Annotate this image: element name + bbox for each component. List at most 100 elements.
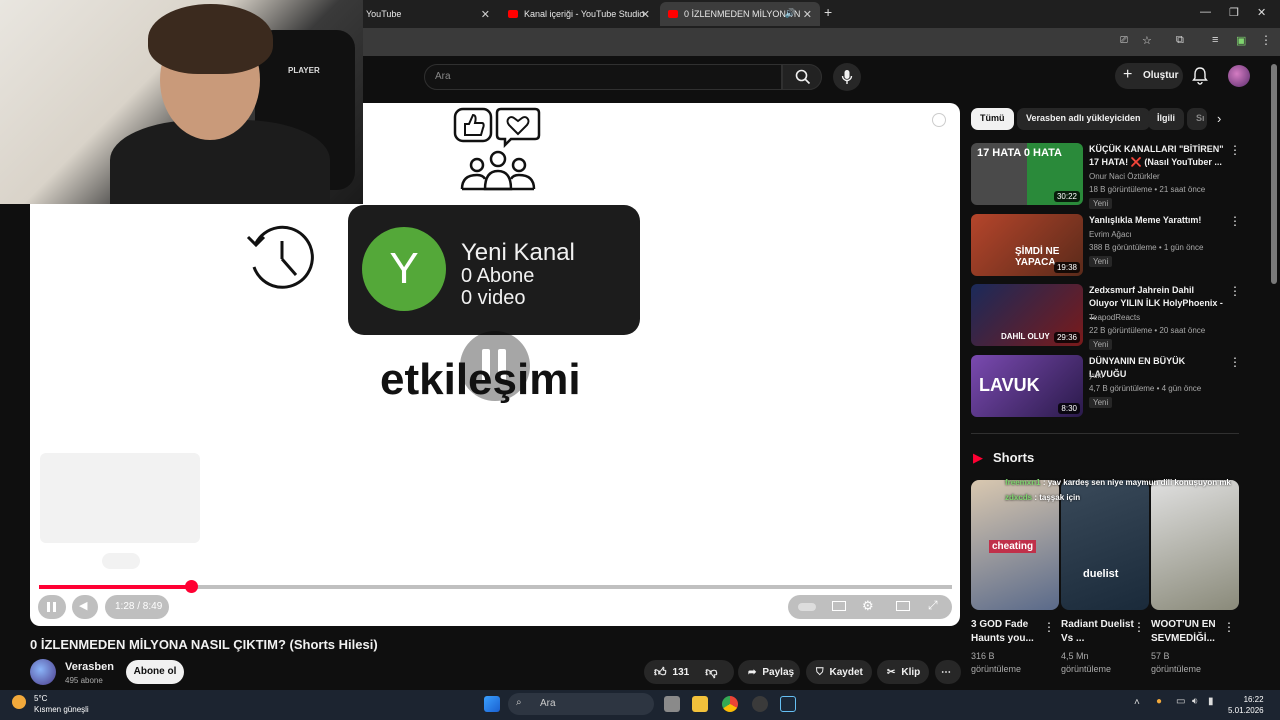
dislike-icon[interactable]: 👎︎ <box>705 665 717 680</box>
chevron-up-icon[interactable]: ˄ <box>1134 697 1140 708</box>
channel-avatar[interactable] <box>30 659 56 685</box>
tab-label: YouTube <box>366 9 402 19</box>
recommendation-item[interactable]: DAHİL OLUY 29:36 Zedxsmurf Jahrein Dahil… <box>971 284 1251 350</box>
user-avatar[interactable] <box>1228 65 1250 87</box>
extensions-icon[interactable]: ⧉ <box>1176 34 1184 47</box>
microphone-icon[interactable]: ● <box>1156 696 1162 707</box>
video-title: 0 İZLENMEDEN MİLYONA NASIL ÇIKTIM? (Shor… <box>30 637 378 652</box>
recommendation-channel[interactable]: Evrim Ağacı <box>1089 230 1132 239</box>
short-title[interactable]: WOOT'UN EN SEVMEDİĞİ... <box>1151 618 1227 646</box>
play-pause-button[interactable] <box>38 595 66 619</box>
search-button[interactable] <box>782 64 822 90</box>
more-options-icon[interactable]: ⋮ <box>1229 143 1241 157</box>
search-input[interactable]: Ara <box>424 64 782 90</box>
tab-youtube[interactable]: YouTube ✕ <box>358 2 498 26</box>
chip-from-uploader[interactable]: Verasben adlı yükleyiciden <box>1017 108 1150 130</box>
short-views: 57 B görüntüleme <box>1151 651 1202 674</box>
recommendation-title[interactable]: KÜÇÜK KANALLARI "BİTİREN" 17 HATA! ❌ (Na… <box>1089 143 1224 169</box>
recommendation-item[interactable]: LAVUK 8:30 DÜNYANIN EN BÜYÜK LAVUĞU yuki… <box>971 355 1251 419</box>
tab-current-video[interactable]: 0 İZLENMEDEN MİLYONA N 🔊 ✕ <box>660 2 820 26</box>
file-explorer-icon[interactable] <box>692 696 708 712</box>
settings-gear-icon[interactable]: ⚙ <box>862 598 874 614</box>
browser-menu-icon[interactable]: ⋮ <box>1260 33 1272 47</box>
more-options-icon[interactable]: ⋮ <box>1229 355 1241 369</box>
chevron-right-icon[interactable]: › <box>1217 111 1221 126</box>
restore-icon[interactable]: ❐ <box>1229 6 1239 19</box>
create-label: Oluştur <box>1143 70 1179 81</box>
recommendation-item[interactable]: ŞİMDİ NE YAPACA 19:38 Yanlışlıkla Meme Y… <box>971 214 1251 278</box>
channel-name[interactable]: Verasben <box>65 661 114 673</box>
like-count[interactable]: 131 <box>673 667 690 678</box>
speaker-icon[interactable]: 🔊 <box>785 8 796 19</box>
obs-icon[interactable] <box>752 696 768 712</box>
subtitles-icon[interactable] <box>832 601 846 611</box>
volume-icon[interactable]: 🔉︎ <box>1192 696 1198 707</box>
chrome-icon[interactable] <box>722 696 738 712</box>
recommendation-channel[interactable]: TeapodReacts <box>1089 313 1140 322</box>
profile-icon[interactable]: ▣ <box>1236 34 1246 47</box>
video-thumbnail[interactable]: ŞİMDİ NE YAPACA 19:38 <box>971 214 1083 276</box>
new-tab-icon[interactable]: + <box>824 4 832 20</box>
steam-icon[interactable] <box>780 696 796 712</box>
voice-search-button[interactable] <box>833 63 861 91</box>
weather-widget[interactable]: 5°C Kısmen güneşli <box>12 693 89 715</box>
volume-button[interactable]: ◀ <box>72 595 98 619</box>
video-thumbnail[interactable]: LAVUK 8:30 <box>971 355 1083 417</box>
autoplay-toggle[interactable] <box>798 603 816 611</box>
short-item[interactable] <box>1151 480 1239 610</box>
more-options-icon[interactable]: ⋮ <box>1229 214 1241 228</box>
network-icon[interactable]: ▭ <box>1176 696 1185 707</box>
battery-icon[interactable]: ▮ <box>1208 696 1214 707</box>
progress-scrubber[interactable] <box>185 580 199 593</box>
chat-message: zdxcds : taşşak için <box>1005 493 1080 502</box>
short-title[interactable]: 3 GOD Fade Haunts you... <box>971 618 1047 646</box>
fullscreen-icon[interactable]: ⤢ <box>928 598 938 613</box>
video-thumbnail[interactable]: DAHİL OLUY 29:36 <box>971 284 1083 346</box>
subscribe-button[interactable]: Abone ol <box>126 660 184 684</box>
recommendation-channel[interactable]: Onur Naci Öztürkler <box>1089 172 1160 181</box>
bookmark-star-icon[interactable]: ☆ <box>1142 34 1152 47</box>
microphone-icon <box>841 70 853 84</box>
close-tab-icon[interactable]: ✕ <box>803 8 812 21</box>
recommendation-item[interactable]: 17 HATA 0 HATA 30:22 KÜÇÜK KANALLARI "Bİ… <box>971 143 1251 209</box>
recommendation-meta: 22 B görüntüleme • 20 saat önce <box>1089 326 1206 335</box>
share-button[interactable]: ➦ Paylaş <box>738 660 800 684</box>
minimize-icon[interactable]: — <box>1200 6 1211 18</box>
tab-youtube-studio[interactable]: Kanal içeriği - YouTube Studio ✕ <box>500 2 658 26</box>
recommendation-title[interactable]: DÜNYANIN EN BÜYÜK LAVUĞU <box>1089 355 1224 381</box>
page-scrollbar[interactable] <box>1271 64 1277 284</box>
video-thumbnail[interactable]: 17 HATA 0 HATA 30:22 <box>971 143 1083 205</box>
like-icon[interactable]: 👍︎ <box>654 665 667 680</box>
more-options-icon[interactable]: ⋮ <box>1133 620 1145 634</box>
search-icon <box>795 69 811 85</box>
windows-start-icon[interactable] <box>484 696 500 712</box>
taskbar-clock[interactable]: 16:22 5.01.2026 <box>1228 694 1264 716</box>
theater-mode-icon[interactable] <box>896 601 910 611</box>
close-window-icon[interactable]: ✕ <box>1257 6 1266 19</box>
close-tab-icon[interactable]: ✕ <box>641 8 650 21</box>
weather-temp: 5°C <box>34 694 48 703</box>
reading-list-icon[interactable]: ≡ <box>1212 34 1218 46</box>
clip-button[interactable]: ✂ Klip <box>877 660 929 684</box>
chip-related[interactable]: İlgili <box>1148 108 1184 130</box>
recommendation-title[interactable]: Yanlışlıkla Meme Yarattım! <box>1089 214 1224 227</box>
more-options-icon[interactable]: ⋮ <box>1223 620 1235 634</box>
plus-icon: + <box>1123 66 1133 83</box>
more-options-icon[interactable]: ⋮ <box>1043 620 1055 634</box>
close-tab-icon[interactable]: ✕ <box>481 8 490 21</box>
chip-overflow[interactable]: Sı <box>1187 108 1207 130</box>
save-button[interactable]: ⛉ Kaydet <box>806 660 872 684</box>
short-title[interactable]: Radiant Duelist Vs ... <box>1061 618 1137 646</box>
more-options-icon[interactable]: ⋮ <box>1229 284 1241 298</box>
thumbnail-text: LAVUK <box>979 375 1040 395</box>
recommendation-channel[interactable]: yuki <box>1089 371 1103 380</box>
create-button[interactable]: + Oluştur <box>1115 63 1183 89</box>
task-view-icon[interactable] <box>664 696 680 712</box>
taskbar-search[interactable]: Ara <box>508 693 654 715</box>
more-actions-button[interactable]: ⋯ <box>935 660 961 684</box>
progress-bar[interactable] <box>39 580 952 593</box>
notifications-bell-icon[interactable] <box>1192 67 1208 85</box>
chip-all[interactable]: Tümü <box>971 108 1014 130</box>
info-icon[interactable] <box>932 113 946 127</box>
cast-icon[interactable]: ⎚ <box>1120 35 1128 46</box>
